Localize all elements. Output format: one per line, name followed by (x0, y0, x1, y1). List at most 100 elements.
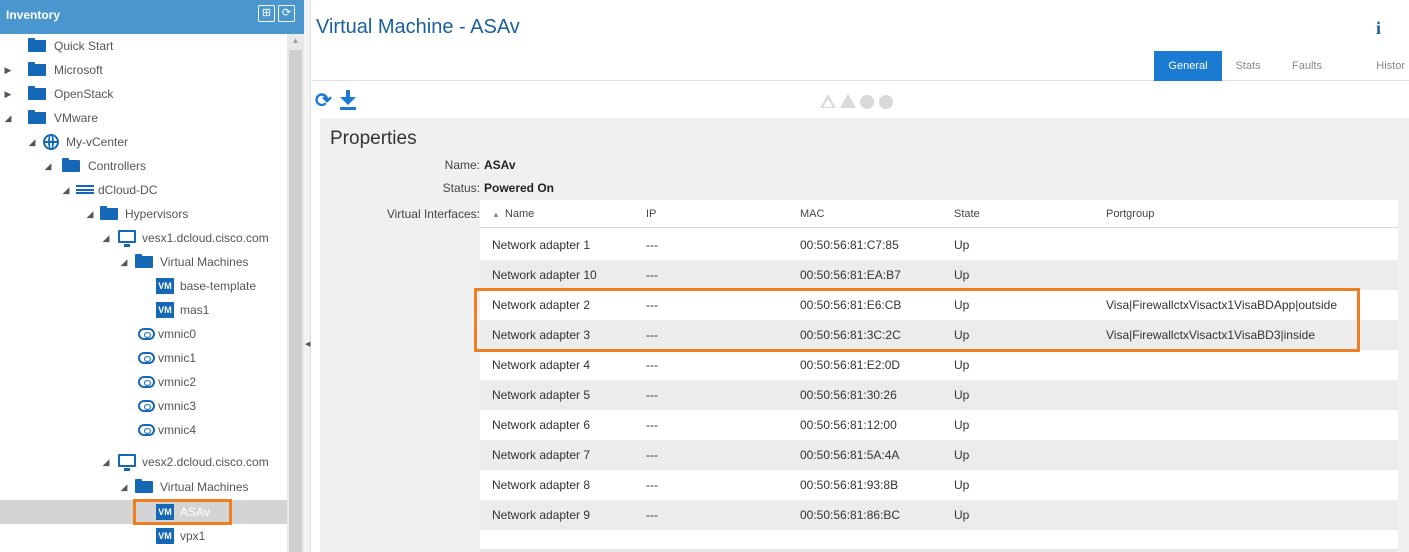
expand-arrow-icon[interactable]: ▶ (2, 58, 14, 82)
cell-mac: 00:50:56:81:30:26 (800, 388, 897, 402)
cell-state: Up (954, 388, 970, 402)
tree-item[interactable]: ◢ My-vCenter (0, 130, 287, 154)
tree-item[interactable]: VM mas1 (0, 298, 287, 322)
table-row[interactable]: Network adapter 6 --- 00:50:56:81:12:00 … (480, 410, 1398, 440)
vm-icon: VM (156, 278, 174, 294)
table-header: ▲ Name IP MAC State Portgroup (480, 200, 1398, 228)
column-header-name[interactable]: ▲ Name (492, 200, 534, 228)
collapse-arrow-icon[interactable]: ◢ (100, 226, 112, 250)
app-window: Inventory ⊞ ⟳ Quick Start ▶ Microsoft ▶ … (0, 0, 1409, 552)
cell-state: Up (954, 238, 970, 252)
tree-view-toggle-icon[interactable]: ⊞ (258, 5, 275, 22)
cell-ip: --- (646, 478, 658, 492)
refresh-icon[interactable]: ⟳ (315, 88, 332, 113)
properties-panel: Properties Name: ASAv Status: Powered On… (320, 118, 1409, 552)
collapse-arrow-icon[interactable]: ◢ (118, 475, 130, 499)
tree-item[interactable]: ▶ OpenStack (0, 82, 287, 106)
tab-history[interactable]: Histor (1342, 51, 1409, 81)
status-label: Status: (442, 181, 480, 195)
tree-scrollbar[interactable]: ▲ (287, 34, 304, 552)
column-header-state[interactable]: State (954, 200, 980, 228)
tree-item[interactable]: ◢ Hypervisors (0, 202, 287, 226)
tree-item[interactable]: Quick Start (0, 34, 287, 58)
tree-item[interactable]: ◢ Controllers (0, 154, 287, 178)
tree-item-label: vpx1 (180, 529, 206, 543)
table-row[interactable]: Network adapter 7 --- 00:50:56:81:5A:4A … (480, 440, 1398, 470)
cell-name: Network adapter 8 (492, 478, 591, 492)
cell-ip: --- (646, 448, 658, 462)
tree-item[interactable]: ◢ Virtual Machines (0, 475, 287, 499)
collapse-arrow-icon[interactable]: ◢ (2, 106, 14, 130)
cell-name: Network adapter 4 (492, 358, 591, 372)
interfaces-table: ▲ Name IP MAC State Portgroup Network ada… (474, 200, 1398, 552)
cell-ip: --- (646, 508, 658, 522)
cell-ip: --- (646, 358, 658, 372)
tree-item[interactable]: ◢ dCloud-DC (0, 178, 287, 202)
tree-item[interactable]: ◢ Virtual Machines (0, 250, 287, 274)
name-label: Name: (444, 158, 480, 172)
tree-item[interactable]: vmnic4 (0, 418, 287, 442)
pane-splitter[interactable]: ◀ (304, 0, 311, 552)
sort-ascending-icon: ▲ (492, 210, 500, 219)
tab-stats[interactable]: Stats (1224, 51, 1272, 81)
cloud-icon (138, 328, 155, 340)
expand-arrow-icon[interactable]: ▶ (2, 82, 14, 106)
folder-icon (100, 206, 118, 220)
highlight-box (474, 288, 1360, 352)
cell-ip: --- (646, 268, 658, 282)
folder-icon (135, 254, 153, 268)
table-row[interactable]: Network adapter 9 --- 00:50:56:81:86:BC … (480, 500, 1398, 530)
tree-item[interactable]: vmnic0 (0, 322, 287, 346)
collapse-arrow-icon[interactable]: ◢ (26, 130, 38, 154)
table-row[interactable]: Network adapter 4 --- 00:50:56:81:E2:0D … (480, 350, 1398, 380)
tree-item[interactable]: ▶ Microsoft (0, 58, 287, 82)
tab-faults[interactable]: Faults (1282, 51, 1332, 81)
tree-item[interactable]: ◢ vesx2.dcloud.cisco.com (0, 450, 287, 474)
tab-general[interactable]: General (1154, 51, 1222, 81)
cloud-icon (138, 400, 155, 412)
collapse-pane-arrow-icon[interactable]: ◀ (305, 340, 310, 348)
folder-icon (28, 86, 46, 100)
cell-name: Network adapter 7 (492, 448, 591, 462)
section-title: Properties (330, 128, 417, 149)
scrollbar-thumb[interactable] (289, 50, 302, 552)
collapse-arrow-icon[interactable]: ◢ (42, 154, 54, 178)
tree-item[interactable]: VM base-template (0, 274, 287, 298)
tree-item[interactable]: vmnic3 (0, 394, 287, 418)
cell-mac: 00:50:56:81:86:BC (800, 508, 901, 522)
cell-state: Up (954, 268, 970, 282)
table-row[interactable]: Network adapter 5 --- 00:50:56:81:30:26 … (480, 380, 1398, 410)
cell-name: Network adapter 1 (492, 238, 591, 252)
status-value: Powered On (484, 181, 555, 195)
tree-item[interactable]: vmnic2 (0, 370, 287, 394)
collapse-arrow-icon[interactable]: ◢ (118, 250, 130, 274)
highlight-box (133, 499, 232, 525)
refresh-tree-icon[interactable]: ⟳ (278, 5, 295, 22)
tree-item-label: Microsoft (54, 63, 103, 77)
info-icon[interactable]: i (1376, 18, 1381, 39)
globe-icon (43, 134, 59, 150)
tree-item[interactable]: ◢ vesx1.dcloud.cisco.com (0, 226, 287, 250)
tree-item[interactable]: ◢ VMware (0, 106, 287, 130)
collapse-arrow-icon[interactable]: ◢ (100, 450, 112, 474)
tree-item[interactable]: vmnic1 (0, 346, 287, 370)
column-header-ip[interactable]: IP (646, 200, 656, 228)
tree-item[interactable]: VM vpx1 (0, 524, 287, 548)
column-header-mac[interactable]: MAC (800, 200, 824, 228)
scroll-up-arrow-icon[interactable]: ▲ (287, 36, 304, 46)
host-icon (118, 230, 136, 247)
download-icon[interactable] (340, 88, 356, 110)
collapse-arrow-icon[interactable]: ◢ (60, 178, 72, 202)
tree-item-label: My-vCenter (66, 135, 129, 149)
tree-item-label: dCloud-DC (98, 183, 158, 197)
tree-item-label: base-template (180, 279, 257, 293)
tree-item-label: vesx1.dcloud.cisco.com (142, 231, 269, 245)
table-row[interactable]: Network adapter 1 --- 00:50:56:81:C7:85 … (480, 230, 1398, 260)
tree-item-label: Controllers (88, 159, 147, 173)
collapse-arrow-icon[interactable]: ◢ (84, 202, 96, 226)
inventory-pane: Inventory ⊞ ⟳ Quick Start ▶ Microsoft ▶ … (0, 0, 304, 552)
column-header-portgroup[interactable]: Portgroup (1106, 200, 1154, 228)
table-row[interactable]: Network adapter 8 --- 00:50:56:81:93:8B … (480, 470, 1398, 500)
folder-icon (62, 158, 80, 172)
table-row[interactable]: Network adapter 10 --- 00:50:56:81:EA:B7… (480, 260, 1398, 290)
